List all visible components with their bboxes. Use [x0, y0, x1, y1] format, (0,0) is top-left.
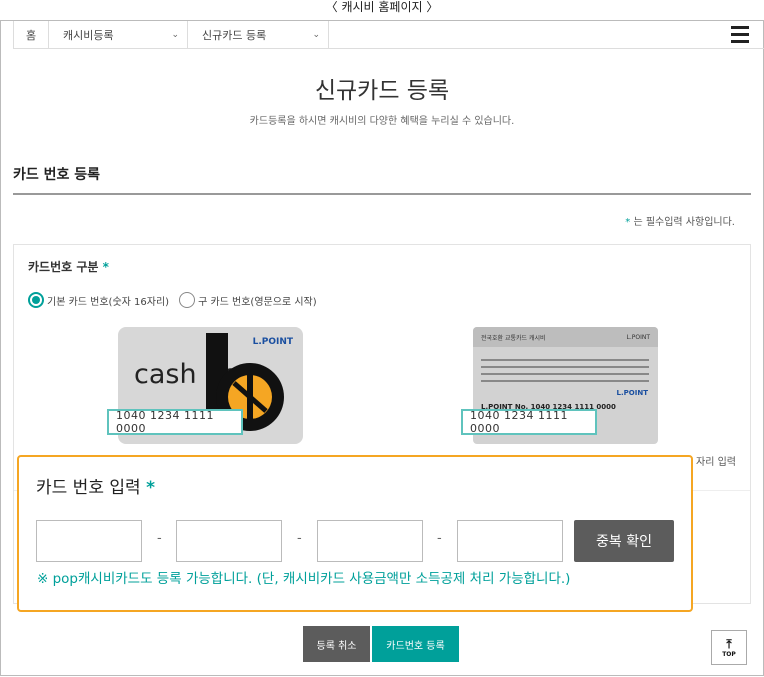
- required-star: *: [146, 478, 155, 498]
- section-title: 카드 번호 등록: [13, 167, 101, 183]
- top-navigation: 홈 캐시비등록 ⌄ 신규카드 등록 ⌄: [13, 20, 764, 49]
- radio-basic-card[interactable]: [28, 292, 44, 308]
- required-note-text: 는 필수입력 사항입니다.: [633, 217, 735, 228]
- card-number-input-1[interactable]: [36, 520, 142, 562]
- card-number-input-4[interactable]: [457, 520, 563, 562]
- arrow-up-icon: ⤒: [726, 636, 732, 651]
- register-card-button[interactable]: 카드번호 등록: [372, 626, 459, 662]
- card2-header: 전국호환 교통카드 캐시비 L.POINT: [473, 327, 658, 347]
- top-label: TOP: [722, 650, 736, 658]
- page-title: 신규카드 등록: [314, 78, 450, 104]
- page-subtitle: 카드등록을 하시면 캐시비의 다양한 혜택을 누리실 수 있습니다.: [249, 116, 515, 127]
- page-caption: 〈 캐시비 홈페이지 〉: [325, 0, 439, 14]
- chevron-down-icon: ⌄: [171, 29, 179, 40]
- cancel-registration-button[interactable]: 등록 취소: [303, 626, 370, 662]
- nav-dropdown-label: 캐시비등록: [63, 28, 114, 42]
- card-type-label: 카드번호 구분 *: [28, 260, 109, 274]
- required-note: * 는 필수입력 사항입니다.: [625, 213, 735, 228]
- hamburger-menu-icon[interactable]: [725, 21, 755, 49]
- nav-home[interactable]: 홈: [13, 20, 49, 49]
- required-star: *: [625, 217, 631, 228]
- separator: -: [157, 531, 162, 546]
- scroll-top-button[interactable]: ⤒ TOP: [711, 630, 747, 665]
- notice-text: ※ pop캐시비카드도 등록 가능합니다. (단, 캐시비카드 사용금액만 소득…: [37, 571, 571, 587]
- required-star: *: [102, 260, 109, 274]
- section-divider: [13, 193, 751, 195]
- card-number-input-panel: 카드 번호 입력 * - - - 중복 확인 ※ pop캐시비카드도 등록 가능…: [17, 455, 693, 612]
- nav-dropdown-new-card[interactable]: 신규카드 등록 ⌄: [188, 20, 329, 49]
- separator: -: [297, 531, 302, 546]
- card-input-title: 카드 번호 입력 *: [36, 478, 155, 498]
- duplicate-check-button[interactable]: 중복 확인: [574, 520, 674, 562]
- nav-dropdown-cashbee-register[interactable]: 캐시비등록 ⌄: [49, 20, 188, 49]
- card-number-example: 1040 1234 1111 0000: [107, 409, 243, 435]
- card-type-radio-group: 기본 카드 번호(숫자 16자리) 구 카드 번호(영문으로 시작): [28, 292, 317, 308]
- card-number-input-2[interactable]: [176, 520, 282, 562]
- card-number-input-3[interactable]: [317, 520, 423, 562]
- radio-basic-card-label[interactable]: 기본 카드 번호(숫자 16자리): [47, 293, 169, 308]
- nav-dropdown-label: 신규카드 등록: [202, 28, 267, 42]
- chevron-down-icon: ⌄: [312, 29, 320, 40]
- separator: -: [437, 531, 442, 546]
- lpoint-logo: L.POINT: [616, 389, 648, 397]
- radio-old-card[interactable]: [179, 292, 196, 308]
- card-number-example: 1040 1234 1111 0000: [461, 409, 597, 435]
- partially-hidden-text: 자리 입력: [696, 457, 736, 468]
- radio-old-card-label[interactable]: 구 카드 번호(영문으로 시작): [198, 293, 317, 308]
